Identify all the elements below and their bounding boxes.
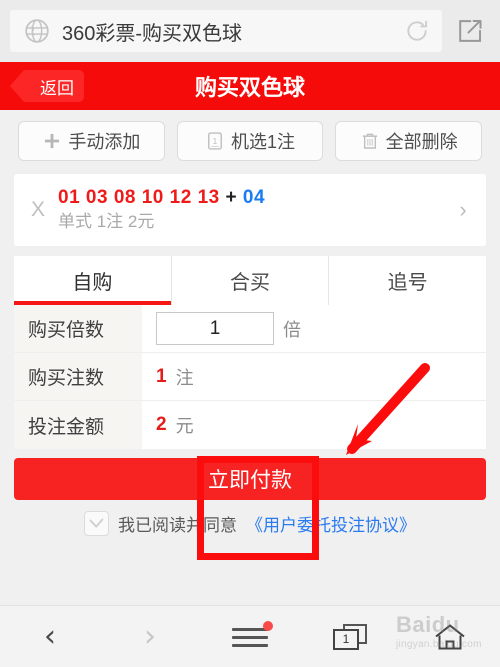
ticket-numbers: 01 03 08 10 12 13 + 04 — [58, 186, 448, 210]
delete-all-label: 全部删除 — [385, 132, 458, 152]
app-header: 购买双色球 返回 — [0, 62, 500, 110]
agreement-link[interactable]: 《用户委托投注协议》 — [246, 511, 416, 536]
manual-add-label: 手动添加 — [68, 132, 141, 152]
agreement-checkbox[interactable] — [84, 511, 109, 536]
ticket-blue-number: 04 — [242, 187, 266, 209]
random-pick-button[interactable]: 1 机选1注 — [176, 121, 324, 161]
delete-all-button[interactable]: 全部删除 — [335, 121, 483, 161]
multiplier-unit: 倍 — [283, 319, 301, 340]
share-icon[interactable] — [456, 17, 484, 45]
check-icon — [89, 518, 104, 528]
row-bet-count: 购买注数 1 注 — [14, 353, 486, 401]
watermark-sub-text: jingyan.baidu.com — [396, 639, 482, 650]
bet-count-value-cell: 1 注 — [142, 364, 486, 390]
chevron-right-icon[interactable]: › — [448, 197, 478, 223]
pay-now-button[interactable]: 立即付款 — [14, 458, 486, 500]
nav-forward-button[interactable]: › — [100, 619, 200, 654]
page-content: 手动添加 1 机选1注 全部删除 X 01 03 08 10 12 13 + 0… — [0, 110, 500, 536]
address-bar[interactable]: 360彩票-购买双色球 — [10, 10, 442, 52]
agreement-text: 我已阅读并同意 — [118, 516, 237, 535]
globe-icon — [25, 19, 49, 43]
watermark-main-text: Baidu — [396, 612, 460, 637]
back-button[interactable]: 返回 — [10, 70, 84, 102]
bet-count-unit: 注 — [175, 367, 194, 388]
tab-chase-number[interactable]: 追号 — [329, 256, 486, 305]
total-amount-unit: 元 — [175, 416, 194, 436]
tab-group-purchase[interactable]: 合买 — [172, 256, 330, 305]
baidu-watermark: Baidu jingyan.baidu.com — [396, 612, 496, 654]
multiplier-value-cell: 倍 — [142, 312, 486, 345]
multiplier-label: 购买倍数 — [14, 305, 142, 352]
total-amount-value: 2 — [156, 414, 167, 435]
phone-screenshot: 360彩票-购买双色球 购买双色球 返回 手动添加 1 机选1注 全部删除 X … — [0, 0, 500, 667]
manual-add-button[interactable]: 手动添加 — [18, 121, 165, 161]
browser-top-bar: 360彩票-购买双色球 — [0, 0, 500, 62]
remove-ticket-button[interactable]: X — [18, 198, 58, 222]
ticket-row[interactable]: X 01 03 08 10 12 13 + 04 单式 1注 2元 › — [14, 174, 486, 246]
ticket-plus-separator: + — [225, 187, 238, 209]
chevron-left-icon: ‹ — [44, 619, 56, 654]
ticket-red-numbers: 01 03 08 10 12 13 — [58, 187, 220, 209]
random-pick-label: 机选1注 — [231, 132, 296, 152]
row-total-amount: 投注金额 2 元 — [14, 401, 486, 449]
hamburger-menu-icon — [232, 620, 273, 648]
total-amount-label: 投注金额 — [14, 401, 142, 449]
purchase-mode-tabs: 自购 合买 追号 — [14, 256, 486, 305]
purchase-form: 购买倍数 倍 购买注数 1 注 投注金额 2 元 — [14, 305, 486, 449]
ticket-actions-toolbar: 手动添加 1 机选1注 全部删除 — [0, 110, 500, 170]
ticket-subtitle: 单式 1注 2元 — [58, 211, 155, 231]
plus-icon — [45, 133, 60, 149]
chevron-right-icon: › — [144, 619, 156, 654]
bet-count-value: 1 — [156, 365, 167, 387]
page-url-title: 360彩票-购买双色球 — [62, 22, 243, 45]
ticket-body: 01 03 08 10 12 13 + 04 单式 1注 2元 — [58, 186, 448, 234]
menu-notification-dot — [263, 620, 273, 631]
total-amount-value-cell: 2 元 — [142, 412, 486, 438]
multiplier-input[interactable] — [156, 312, 274, 345]
tabs-icon: 1 — [333, 623, 367, 650]
nav-back-button[interactable]: ‹ — [0, 619, 100, 654]
tab-count-badge: 1 — [333, 628, 359, 650]
row-multiplier: 购买倍数 倍 — [14, 305, 486, 353]
svg-text:1: 1 — [213, 136, 218, 146]
trash-icon — [362, 133, 377, 149]
nav-menu-button[interactable] — [200, 620, 300, 648]
refresh-icon[interactable] — [404, 18, 430, 44]
agreement-row: 我已阅读并同意 《用户委托投注协议》 — [0, 511, 500, 536]
ticket-one-icon: 1 — [208, 132, 222, 150]
bet-count-label: 购买注数 — [14, 353, 142, 400]
tab-self-purchase[interactable]: 自购 — [14, 256, 172, 305]
nav-tabs-button[interactable]: 1 — [300, 623, 400, 650]
